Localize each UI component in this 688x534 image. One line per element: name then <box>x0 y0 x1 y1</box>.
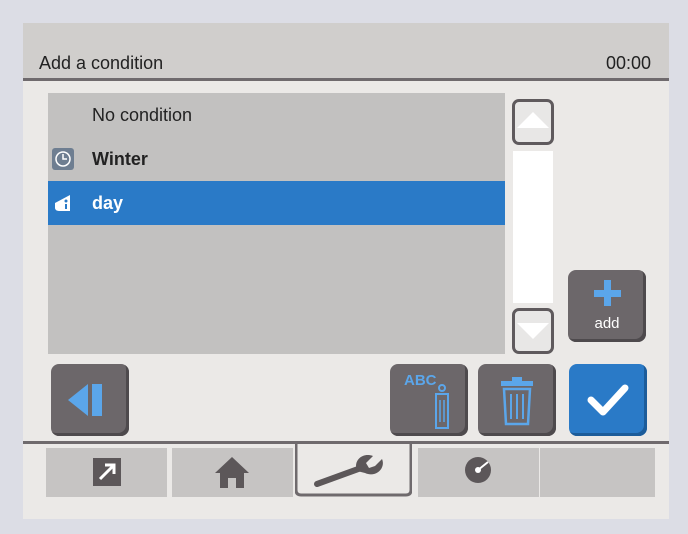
arrow-down-icon <box>517 323 549 339</box>
condition-list: No condition Winter day <box>48 93 505 354</box>
rename-tag-icon: ABC <box>404 372 449 429</box>
add-button-label: add <box>594 315 620 332</box>
disc-icon <box>465 457 491 483</box>
scroll-up-button[interactable] <box>512 99 554 145</box>
tab-shortcut[interactable] <box>46 448 167 497</box>
tab-empty <box>540 448 655 497</box>
rename-badge-text: ABC <box>404 372 437 389</box>
trash-icon <box>501 377 533 426</box>
list-item-label: Winter <box>92 149 148 169</box>
list-item-label: day <box>92 193 124 213</box>
list-item-winter[interactable]: Winter <box>48 137 505 181</box>
scrollbar-track[interactable] <box>513 151 553 303</box>
clock-time: 00:00 <box>605 53 651 73</box>
list-item-no-condition[interactable]: No condition <box>48 93 505 137</box>
delete-button[interactable] <box>478 364 556 436</box>
header-bar: Add a condition 00:00 <box>23 23 669 81</box>
tab-home[interactable] <box>172 448 293 497</box>
back-button[interactable] <box>51 364 129 436</box>
tab-settings[interactable] <box>295 444 412 499</box>
home-icon <box>215 457 249 488</box>
list-item-day[interactable]: day <box>48 181 505 225</box>
clock-icon <box>52 148 74 170</box>
arrow-up-icon <box>517 112 549 128</box>
back-arrow-icon <box>68 384 102 416</box>
scroll-down-button[interactable] <box>512 308 554 354</box>
rename-button[interactable]: ABC <box>390 364 468 436</box>
add-button[interactable]: add <box>568 270 646 342</box>
daynight-icon <box>52 192 74 214</box>
wrench-icon <box>295 444 412 497</box>
list-item-label: No condition <box>92 105 193 125</box>
checkmark-icon <box>587 384 629 416</box>
shortcut-icon <box>93 458 121 486</box>
plus-icon <box>594 280 621 306</box>
page-title: Add a condition <box>39 53 164 73</box>
tab-media[interactable] <box>418 448 539 497</box>
confirm-button[interactable] <box>569 364 647 436</box>
device-screen: Add a condition 00:00 No condition Winte… <box>23 23 669 519</box>
